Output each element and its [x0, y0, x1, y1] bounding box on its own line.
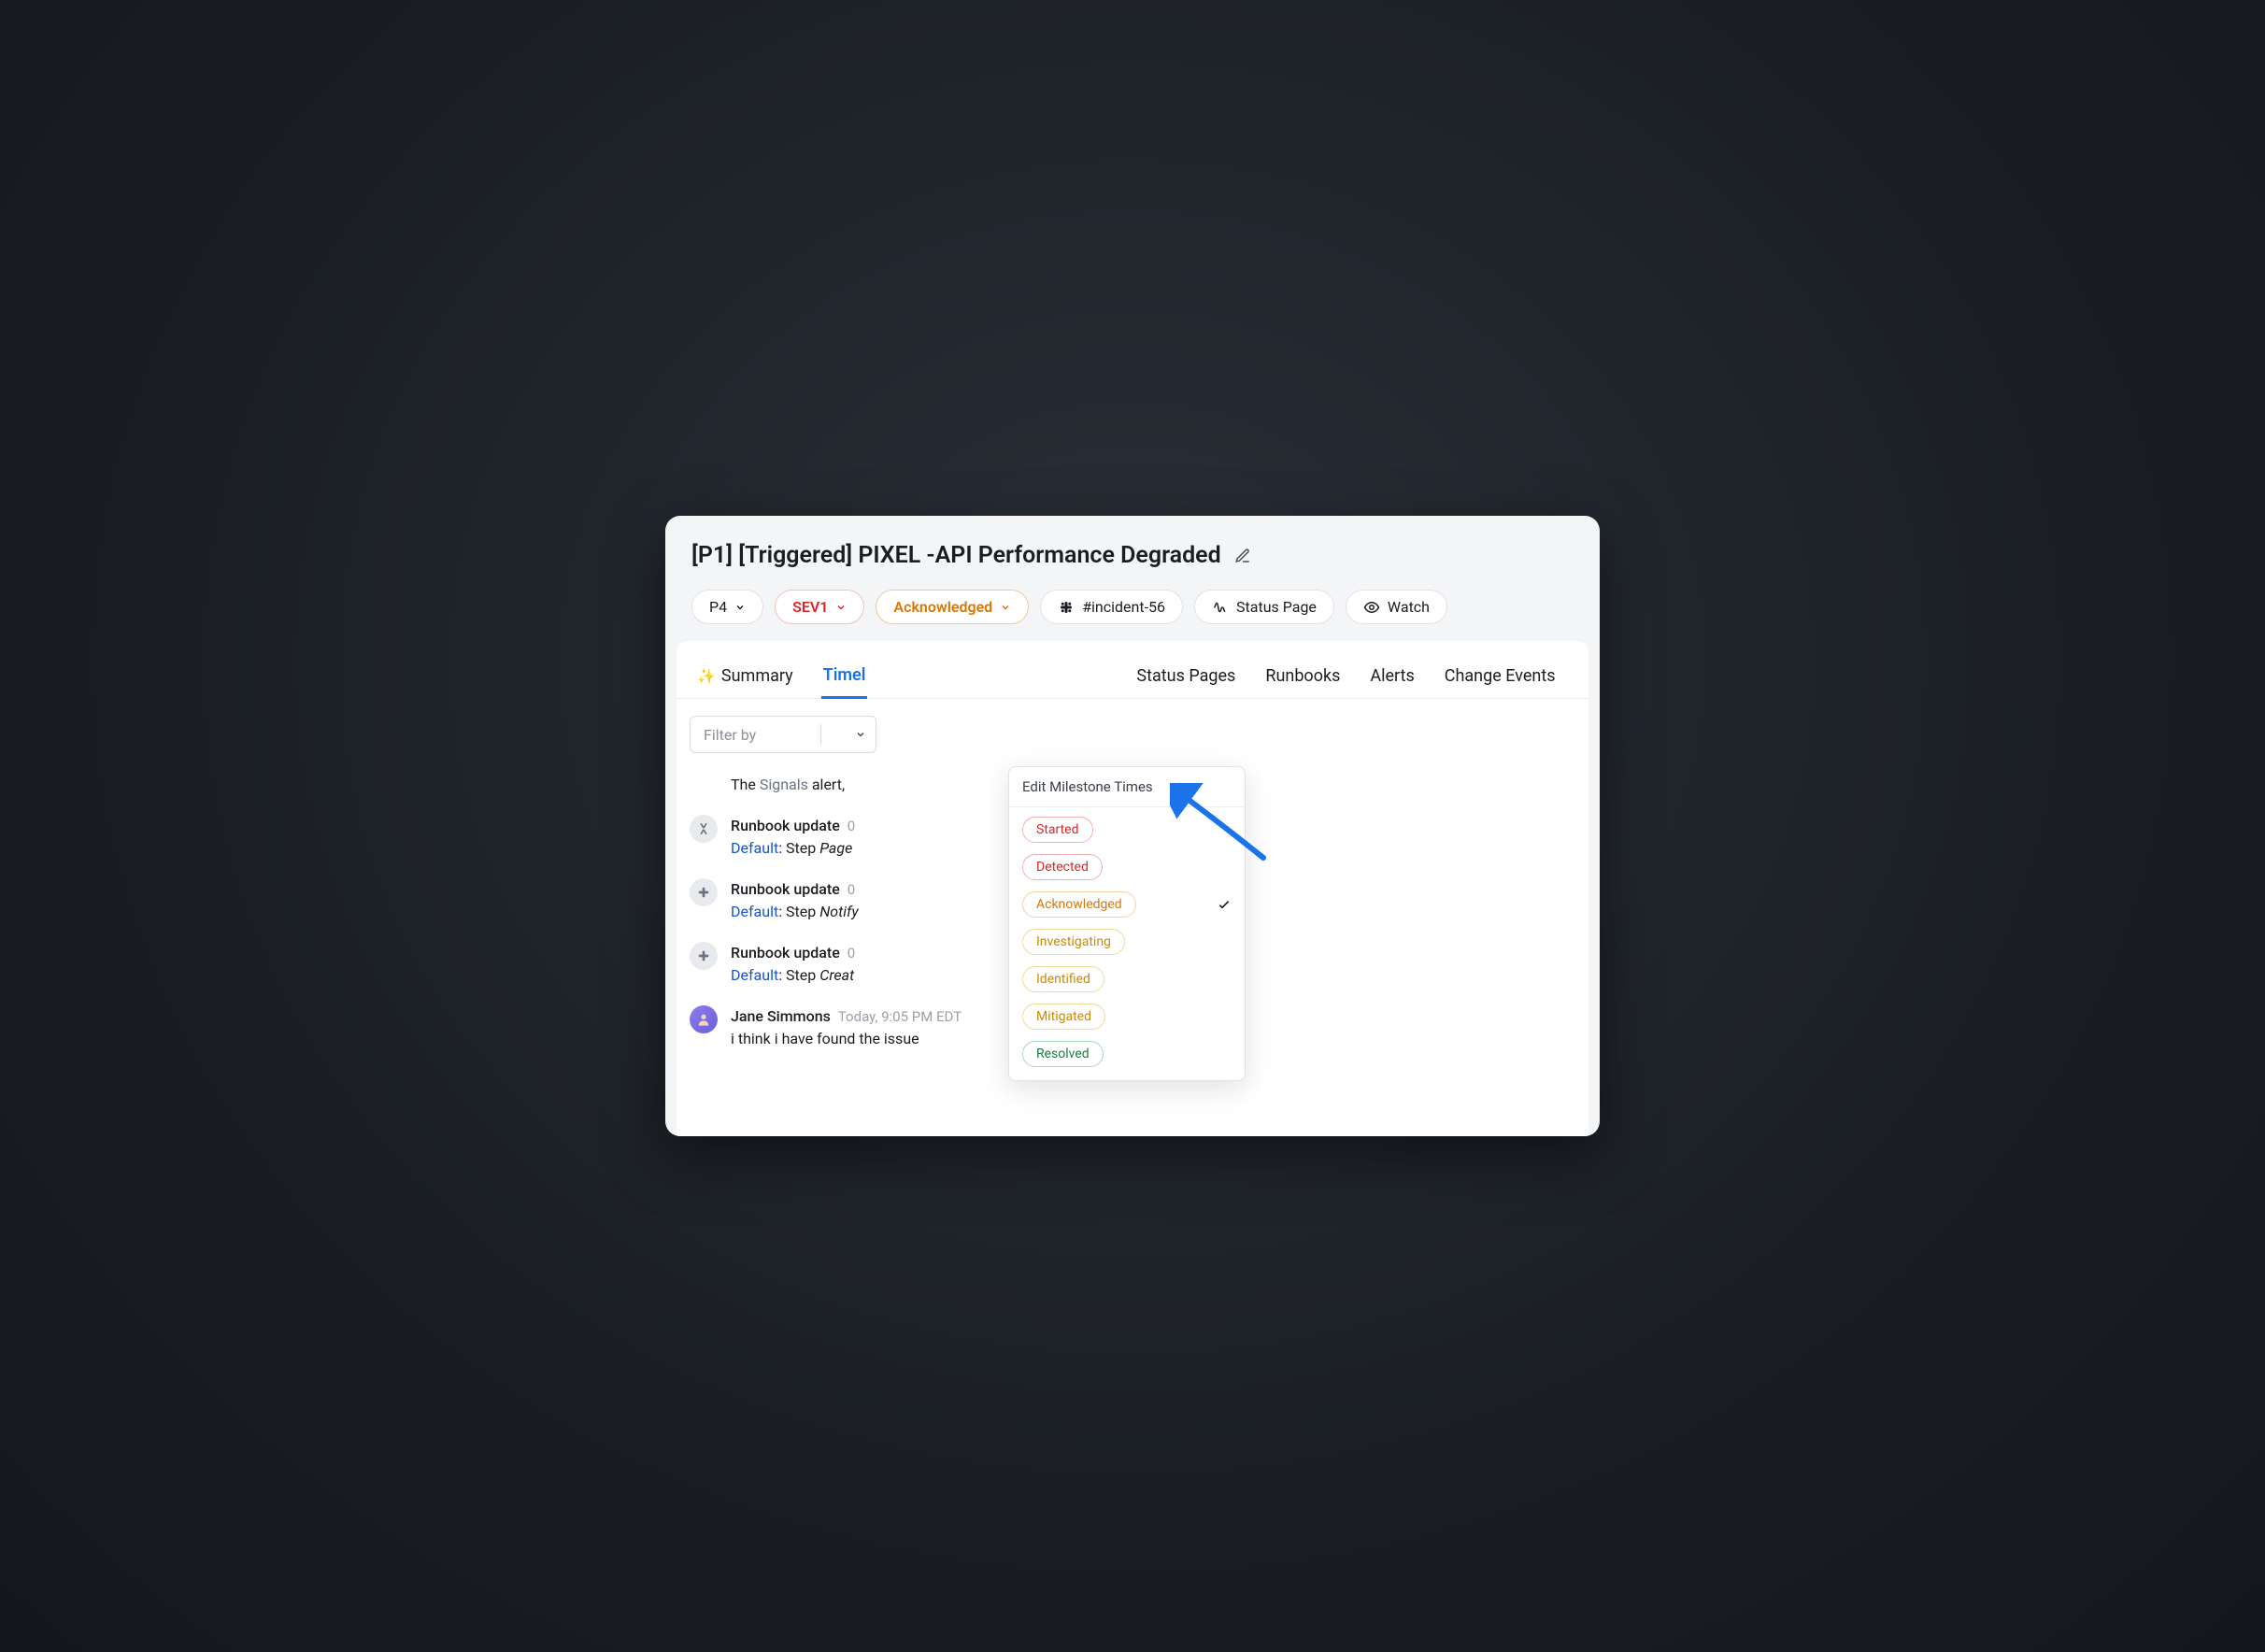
runbook-link[interactable]: Default [731, 966, 778, 984]
slack-icon [690, 878, 718, 906]
filter-divider [820, 724, 821, 745]
milestone-option-resolved[interactable]: Resolved [1022, 1041, 1232, 1067]
milestone-option-mitigated[interactable]: Mitigated [1022, 1004, 1232, 1030]
milestone-option-acknowledged[interactable]: Acknowledged [1022, 891, 1232, 918]
slack-channel-label: #incident-56 [1082, 598, 1165, 616]
tab-status-pages[interactable]: Status Pages [1134, 658, 1237, 698]
sparkle-icon: ✨ [697, 667, 716, 685]
watch-pill[interactable]: Watch [1346, 590, 1447, 624]
tab-change-events-label: Change Events [1445, 666, 1556, 686]
milestone-option-identified[interactable]: Identified [1022, 966, 1232, 992]
slack-channel-pill[interactable]: #incident-56 [1040, 590, 1183, 624]
tab-timeline[interactable]: Timel [821, 658, 868, 699]
watch-label: Watch [1388, 598, 1430, 616]
milestone-list: Started Detected Acknowledged Investigat… [1009, 807, 1245, 1080]
tab-runbooks-label: Runbooks [1265, 666, 1340, 686]
title-row: [P1] [Triggered] PIXEL -API Performance … [691, 542, 1574, 569]
tabs: ✨ Summary Timel Status Pages Runbooks Al… [677, 648, 1588, 699]
card-header: [P1] [Triggered] PIXEL -API Performance … [665, 516, 1600, 641]
tab-summary[interactable]: ✨ Summary [695, 658, 795, 698]
severity-pill[interactable]: SEV1 [775, 590, 864, 624]
filter-row: Filter by [677, 699, 1588, 762]
status-page-label: Status Page [1236, 598, 1317, 616]
runbook-link[interactable]: Default [731, 839, 778, 857]
tab-runbooks[interactable]: Runbooks [1263, 658, 1342, 698]
status-label: Acknowledged [893, 598, 992, 616]
priority-label: P4 [709, 598, 727, 616]
edit-milestone-times[interactable]: Edit Milestone Times [1009, 767, 1245, 807]
tab-alerts[interactable]: Alerts [1368, 658, 1416, 698]
status-page-pill[interactable]: Status Page [1194, 590, 1334, 624]
tab-status-pages-label: Status Pages [1136, 666, 1235, 686]
edit-icon[interactable] [1234, 548, 1251, 564]
tab-timeline-label: Timel [823, 665, 866, 685]
status-page-icon [1212, 599, 1229, 616]
chevron-down-icon [1000, 602, 1011, 613]
tab-summary-label: Summary [721, 666, 793, 686]
runbook-icon [690, 815, 718, 843]
priority-pill[interactable]: P4 [691, 590, 763, 624]
incident-title: [P1] [Triggered] PIXEL -API Performance … [691, 542, 1221, 569]
milestone-dropdown: Edit Milestone Times Started Detected Ac… [1008, 766, 1246, 1081]
milestone-option-detected[interactable]: Detected [1022, 854, 1232, 880]
incident-card: [P1] [Triggered] PIXEL -API Performance … [665, 516, 1600, 1136]
chevron-down-icon [734, 602, 746, 613]
slack-icon [1058, 599, 1075, 616]
chevron-down-icon [835, 602, 847, 613]
chevron-down-icon [855, 729, 866, 740]
filter-placeholder: Filter by [704, 726, 756, 744]
slack-icon [690, 942, 718, 970]
avatar [690, 1005, 718, 1033]
status-pill[interactable]: Acknowledged [876, 590, 1029, 624]
severity-label: SEV1 [792, 598, 828, 616]
tab-spacer [893, 658, 1108, 698]
filter-dropdown[interactable]: Filter by [690, 716, 876, 753]
milestone-option-investigating[interactable]: Investigating [1022, 929, 1232, 955]
pills-row: P4 SEV1 Acknowledged #incident-56 [691, 590, 1574, 624]
milestone-option-started[interactable]: Started [1022, 817, 1232, 843]
eye-icon [1363, 599, 1380, 616]
tab-change-events[interactable]: Change Events [1443, 658, 1558, 698]
check-icon [1217, 897, 1232, 912]
tab-alerts-label: Alerts [1370, 666, 1414, 686]
runbook-link[interactable]: Default [731, 903, 778, 920]
